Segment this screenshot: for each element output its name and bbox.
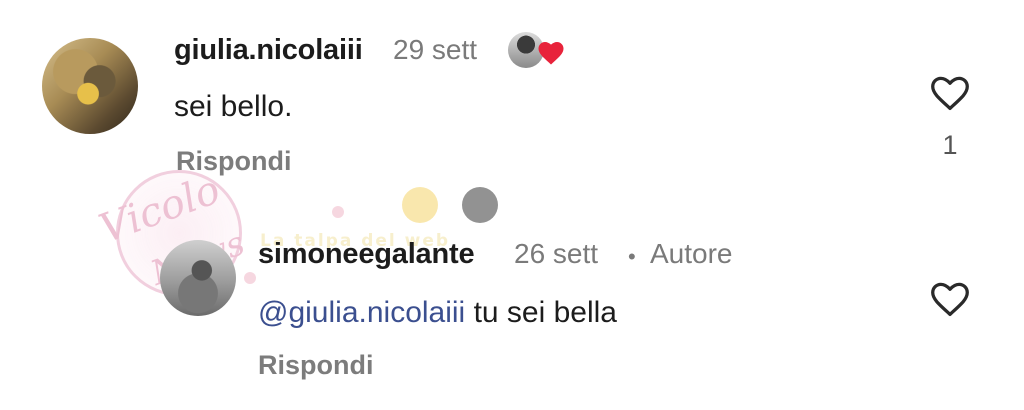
comment-2-time: 26 sett (514, 238, 599, 269)
comment-2-author-badge: Autore (650, 238, 733, 269)
comment-2-mention[interactable]: @giulia.nicolaiii (258, 296, 465, 329)
watermark-brand-art: Vicolo (94, 167, 227, 253)
watermark-art: Vicolo News delle La talpa del web (94, 167, 498, 294)
heart-outline-icon[interactable] (928, 278, 972, 318)
comment-2-username[interactable]: simoneegalante (258, 238, 475, 271)
comment-1-time: 29 sett (393, 34, 478, 65)
watermark-paw-2 (244, 272, 256, 284)
avatar-simone[interactable] (160, 240, 236, 316)
comment-1-reply-button[interactable]: Rispondi (176, 146, 292, 177)
watermark: Vicolo News delle La talpa del web (80, 160, 520, 310)
author-liked-badge (508, 30, 568, 72)
comment-2-reply-button[interactable]: Rispondi (258, 350, 374, 381)
comment-1-username[interactable]: giulia.nicolaiii (174, 34, 363, 67)
watermark-cartoon-2 (462, 187, 498, 223)
comment-2-separator: • (628, 244, 636, 269)
comment-1-like-count: 1 (942, 130, 958, 160)
comment-1-text: sei bello. (174, 90, 293, 123)
watermark-paw-1 (332, 206, 344, 218)
comment-2-text: tu sei bella (473, 296, 617, 329)
avatar-giulia[interactable] (42, 38, 138, 134)
watermark-cartoon-1 (402, 187, 438, 223)
comment-2-body: @giulia.nicolaiii tu sei bella (258, 296, 617, 330)
heart-outline-icon[interactable] (928, 72, 972, 112)
heart-filled-icon (538, 42, 564, 65)
